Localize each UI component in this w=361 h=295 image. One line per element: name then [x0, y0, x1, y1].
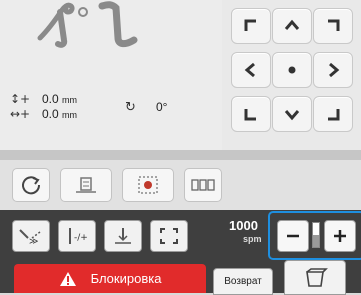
position-nav-panel	[222, 0, 361, 150]
rotate-icon	[22, 176, 41, 195]
speed-decrease-button[interactable]	[277, 220, 309, 252]
plus-icon	[334, 230, 346, 242]
return-label: Возврат	[224, 276, 262, 287]
lock-button[interactable]: Блокировка	[14, 264, 206, 293]
height-value: 0.0 mm	[42, 92, 77, 106]
return-button[interactable]: Возврат	[213, 268, 273, 295]
size-readouts: ↕+ 0.0 mm ↔+ 0.0 mm ↻ 0°	[10, 92, 210, 142]
lock-label: Блокировка	[90, 271, 162, 286]
warning-icon	[59, 271, 76, 286]
corner-top-right-icon	[328, 19, 340, 31]
chevron-right-icon	[329, 62, 340, 78]
move-bottom-left-button[interactable]	[231, 96, 271, 132]
trim-icon	[76, 177, 96, 193]
bobbin-icon	[306, 267, 328, 287]
corner-bottom-right-icon	[328, 109, 340, 121]
frame-check-button[interactable]	[150, 220, 188, 252]
speed-level-bar	[312, 222, 320, 248]
rotation-value: 0°	[156, 100, 168, 114]
speed-unit: spm	[243, 234, 262, 244]
move-top-right-button[interactable]	[313, 8, 353, 44]
height-arrow-icon: ↕+	[10, 92, 31, 106]
layout-button[interactable]	[184, 168, 222, 202]
bobbin-button[interactable]	[284, 260, 346, 295]
width-unit: mm	[62, 110, 78, 120]
corner-top-left-icon	[244, 19, 256, 31]
speed-increase-button[interactable]	[324, 220, 356, 252]
move-center-button[interactable]	[272, 52, 312, 88]
minus-icon	[287, 234, 299, 238]
layout-icon	[191, 179, 215, 191]
move-down-button[interactable]	[272, 96, 312, 132]
height-value-number: 0.0	[42, 92, 59, 106]
height-unit: mm	[62, 95, 78, 105]
basting-button[interactable]	[122, 168, 174, 202]
move-left-button[interactable]	[231, 52, 271, 88]
embroidery-preview-icon	[37, 1, 138, 48]
stitch-skip-button[interactable]: ≫	[12, 220, 50, 252]
embroidery-preview: ↕+ 0.0 mm ↔+ 0.0 mm ↻ 0°	[0, 0, 222, 150]
needle-position-button[interactable]: -/+	[58, 220, 96, 252]
rotate-icon: ↻	[125, 100, 136, 115]
chevron-down-icon	[284, 110, 300, 121]
corner-bottom-left-icon	[244, 109, 256, 121]
needle-position-icon: -/+	[69, 228, 88, 244]
move-right-button[interactable]	[313, 52, 353, 88]
stitch-skip-icon: ≫	[19, 229, 41, 246]
sewing-tool-band: ≫ -/+ 1000 spm Блокировка Возврат	[0, 210, 361, 295]
thread-tension-button[interactable]	[104, 220, 142, 252]
speed-control	[268, 211, 361, 260]
divider-bar	[0, 150, 361, 160]
svg-text:-/+: -/+	[74, 233, 88, 243]
width-value: 0.0 mm	[42, 107, 77, 121]
chevron-up-icon	[284, 19, 300, 30]
edit-tools-row	[0, 160, 361, 210]
chevron-left-icon	[244, 62, 255, 78]
move-top-left-button[interactable]	[231, 8, 271, 44]
width-value-number: 0.0	[42, 107, 59, 121]
move-up-button[interactable]	[272, 8, 312, 44]
move-bottom-right-button[interactable]	[313, 96, 353, 132]
basting-icon	[138, 176, 158, 194]
trim-button[interactable]	[60, 168, 112, 202]
needle-down-icon	[115, 228, 131, 244]
svg-text:≫: ≫	[29, 237, 38, 246]
rotate-button[interactable]	[12, 168, 50, 202]
center-dot-icon	[288, 66, 296, 74]
speed-level-fill	[313, 235, 319, 247]
width-arrow-icon: ↔+	[10, 107, 31, 121]
frame-check-icon	[160, 228, 178, 244]
speed-value: 1000	[229, 218, 258, 233]
